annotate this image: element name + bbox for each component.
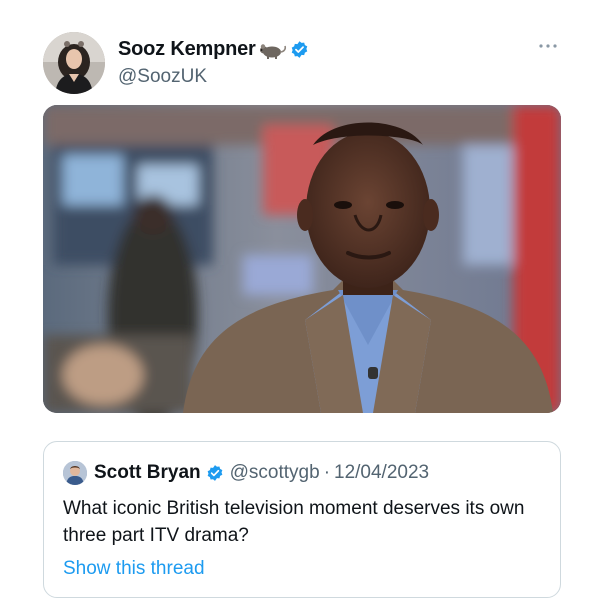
quoted-tweet-text: What iconic British television moment de… [63,498,525,546]
verified-badge-icon [206,464,224,482]
show-thread-link[interactable]: Show this thread [63,558,205,580]
tweet: Sooz Kempner @SoozUK Scott Bryan @scotty… [0,0,601,602]
quoted-author-handle[interactable]: @scottygb [230,462,320,484]
quoted-author-name[interactable]: Scott Bryan [94,462,201,484]
more-icon[interactable] [538,38,558,48]
rat-icon [257,40,287,60]
quoted-tweet-card[interactable]: Scott Bryan @scottygb · 12/04/2023 What … [43,441,561,598]
quoted-author-avatar[interactable] [63,461,87,485]
author-handle[interactable]: @SoozUK [118,66,207,88]
tweet-media-image[interactable] [43,105,561,413]
separator-dot: · [323,462,331,483]
verified-badge-icon [290,40,309,59]
quoted-tweet-date[interactable]: 12/04/2023 [334,462,429,484]
author-line: Sooz Kempner [118,38,309,61]
author-avatar[interactable] [43,32,105,94]
author-name[interactable]: Sooz Kempner [118,38,256,61]
quoted-author-line: Scott Bryan @scottygb · 12/04/2023 [63,461,429,485]
